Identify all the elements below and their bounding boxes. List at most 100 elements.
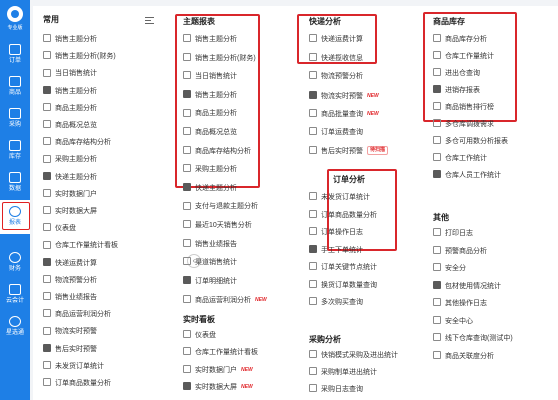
nav-item-purchase[interactable]: 采购 (0, 104, 30, 134)
report-menu-item[interactable]: 仪表盘 (43, 221, 76, 237)
report-icon (433, 51, 441, 60)
report-menu-item[interactable]: 订单关键节点统计 (309, 260, 377, 276)
report-menu-item[interactable]: 售后实时预警 待扫描 (309, 144, 389, 160)
report-menu-item[interactable]: 销售主题分析 (183, 32, 237, 48)
report-menu-item[interactable]: 多仓库调拨需求 (433, 117, 494, 133)
report-menu-item[interactable]: 快递运费计算 (43, 256, 97, 272)
report-menu-item[interactable]: 渠道销售统计 (183, 255, 237, 271)
report-menu-item[interactable]: 进出仓查询 (433, 66, 480, 82)
report-menu-item[interactable]: 商品概况总览 (183, 125, 237, 141)
report-menu-item[interactable]: 仓库人员工作统计 (433, 168, 501, 184)
report-menu-item[interactable]: 当日销售统计 (183, 69, 237, 85)
report-menu-item[interactable]: 销售业绩报告 (183, 237, 237, 253)
report-menu-item[interactable]: 快递揽收信息 (309, 51, 363, 67)
star-icon (9, 316, 21, 327)
report-menu-item[interactable]: 当日销售统计 (43, 66, 97, 82)
report-label: 订单关键节点统计 (321, 264, 377, 271)
report-menu-item[interactable]: 快递主题分析 (183, 181, 237, 197)
report-icon (309, 192, 317, 201)
report-menu-item[interactable]: 多次购买查询 (309, 295, 363, 311)
report-menu-item[interactable]: 进销存报表 (433, 83, 480, 99)
report-menu-item[interactable]: 实时数据大屏 (43, 204, 97, 220)
report-menu-item[interactable]: 线下仓库查询(测试中) (433, 331, 513, 347)
report-menu-item[interactable]: 物流预警分析 (309, 69, 363, 85)
report-menu-item[interactable]: 包材使用情况统计 (433, 279, 501, 295)
report-menu-item[interactable]: 物流预警分析 (43, 273, 97, 289)
report-label: 商品库存结构分析 (55, 139, 111, 147)
report-menu-item[interactable]: 物流实时预警 (43, 324, 97, 340)
report-menu-item[interactable]: 仪表盘 (183, 328, 216, 344)
report-menu-item[interactable]: 销售业绩报告 (43, 290, 97, 306)
nav-item-reports[interactable]: 报表 (0, 200, 30, 234)
menu-settings-icon[interactable] (145, 17, 154, 24)
report-menu-item[interactable]: 商品主题分析 (43, 101, 97, 117)
report-menu-item[interactable]: 采购主题分析 (183, 162, 237, 178)
report-menu-item[interactable]: 物流实时预警 NEW (309, 88, 379, 104)
report-menu-item[interactable]: 其他操作日志 (433, 296, 487, 312)
report-menu-item[interactable]: 订单商品数量分析 (43, 376, 111, 392)
report-icon (433, 102, 441, 111)
report-menu-item[interactable]: 商品库存分析 (433, 32, 487, 48)
report-menu-item[interactable]: 商品运营利润分析 (43, 307, 111, 323)
report-menu-item[interactable]: 采购主题分析 (43, 152, 97, 168)
report-menu-item[interactable]: 仓库工作量统计看板 (183, 345, 258, 361)
report-menu-item[interactable]: 商品库存结构分析 (183, 144, 251, 160)
report-menu-item[interactable]: 订单运费查询 (309, 125, 363, 141)
report-menu-item[interactable]: 安全分 (433, 261, 466, 277)
report-menu-item[interactable]: 预警商品分析 (433, 244, 487, 260)
report-menu-item[interactable]: 未发货订单统计 (309, 190, 370, 206)
report-label: 实时数据门户 (55, 190, 97, 198)
report-menu-item[interactable]: 快递主题分析 (43, 170, 97, 186)
report-menu-item[interactable]: 商品库存结构分析 (43, 135, 111, 151)
report-menu-item[interactable]: 销售主题分析(财务) (183, 51, 256, 67)
report-menu-item[interactable]: 商品运营利润分析 NEW (183, 292, 267, 308)
report-menu-item[interactable]: 多仓可用数分析报表 (433, 134, 508, 150)
report-label: 当日销售统计 (195, 73, 237, 81)
nav-item-data[interactable]: 数据 (0, 168, 30, 198)
report-menu-item[interactable]: 最近10天销售分析 (183, 218, 252, 234)
report-menu-item[interactable]: 打印日志 (433, 226, 473, 242)
report-menu-item[interactable]: 商品概况总览 (43, 118, 97, 134)
report-menu-item[interactable]: 订单明细统计 (183, 274, 237, 290)
report-menu-item[interactable]: 仓库工作量统计 (433, 49, 494, 65)
report-menu-item[interactable]: 采购制单进出统计 (309, 365, 377, 381)
report-menu-item[interactable]: 采购日志查询 (309, 382, 363, 398)
report-menu-item[interactable]: 商品销售排行榜 (433, 100, 494, 116)
report-menu-item[interactable]: 仓库工作量统计看板 (43, 238, 118, 254)
report-menu-item[interactable]: 商品批量查询 NEW (309, 106, 379, 122)
report-menu-item[interactable]: 销售主题分析 (43, 32, 97, 48)
report-menu-item[interactable]: 安全中心 (433, 314, 473, 330)
report-menu-item[interactable]: 快递运费计算 (309, 32, 363, 48)
report-menu-item[interactable]: 商品关联度分析 (433, 349, 494, 365)
nav-item-orders[interactable]: 订单 (0, 40, 30, 70)
report-menu-item[interactable]: 实时数据门户 (43, 187, 97, 203)
report-menu-item[interactable]: 销售主题分析 (43, 84, 97, 100)
report-menu-item[interactable]: 支付与退款主题分析 (183, 199, 258, 215)
app-logo[interactable]: 专业版 (4, 6, 26, 34)
report-menu-item[interactable]: 实时数据大屏 NEW (183, 379, 253, 395)
nav-item-finance[interactable]: 财务 (0, 248, 30, 278)
nav-item-xingxuantong[interactable]: 星选通 (0, 312, 30, 342)
report-menu-item[interactable]: 商品主题分析 (183, 106, 237, 122)
report-icon (309, 34, 317, 43)
report-menu-item[interactable]: 订单商品数量分析 (309, 208, 377, 224)
nav-item-inventory[interactable]: 库存 (0, 136, 30, 166)
report-menu-item[interactable]: 售后实时预警 (43, 342, 97, 358)
report-menu-item[interactable]: 手工下单统计 (309, 243, 363, 259)
nav-item-cloud-accounting[interactable]: 云会计 (0, 280, 30, 310)
report-menu-item[interactable]: 订单操作日志 (309, 225, 363, 241)
report-menu-item[interactable]: 快销模式采购及进出统计 (309, 348, 398, 364)
report-menu-item[interactable]: 实时数据门户 NEW (183, 362, 253, 378)
report-menu-item[interactable]: 仓库工作统计 (433, 151, 487, 167)
nav-item-products[interactable]: 商品 (0, 72, 30, 102)
report-menu-item[interactable]: 换货订单数量查询 (309, 278, 377, 294)
report-menu-item[interactable]: 未发货订单统计 (43, 359, 104, 375)
report-label: 仪表盘 (55, 225, 76, 233)
report-menu-item[interactable]: 销售主题分析 (183, 88, 237, 104)
report-icon (433, 119, 441, 128)
report-label: 商品主题分析 (55, 104, 97, 112)
report-menu-item[interactable]: 销售主题分析(财务) (43, 49, 116, 65)
report-icon (183, 108, 191, 117)
nav-label: 数据 (8, 186, 21, 192)
cloud-icon (9, 284, 21, 295)
